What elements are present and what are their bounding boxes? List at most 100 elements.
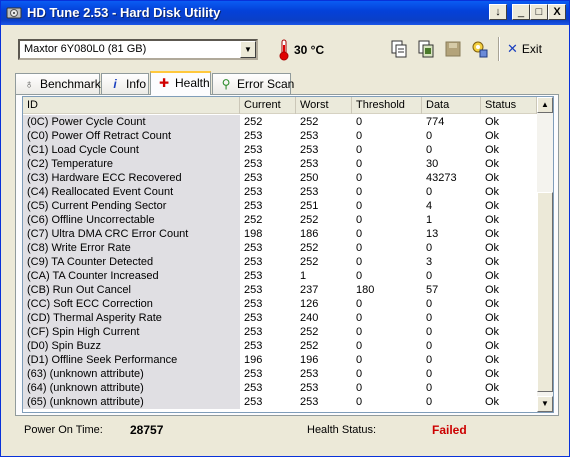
title-bar[interactable]: HD Tune 2.53 - Hard Disk Utility ↓ _ □ X — [1, 1, 569, 25]
tab-error-scan-label: Error Scan — [237, 77, 295, 91]
column-header-id[interactable]: ID — [23, 97, 240, 114]
cell-worst: 252 — [300, 256, 319, 268]
cell-threshold: 0 — [356, 382, 363, 394]
table-row[interactable]: (C4) Reallocated Event Count 253 253 0 0 Ok — [23, 185, 537, 199]
cell-data: 4 — [426, 200, 433, 212]
cell-status: Ok — [485, 368, 500, 380]
info-icon: i — [113, 77, 117, 91]
table-row[interactable]: (CF) Spin High Current 253 252 0 0 Ok — [23, 325, 537, 339]
cell-data: 0 — [426, 270, 433, 282]
tab-health[interactable]: ✚ Health — [150, 71, 211, 95]
cell-current: 253 — [244, 312, 263, 324]
health-icon: ✚ — [158, 76, 170, 90]
close-button[interactable]: X — [548, 4, 566, 20]
error-scan-icon: ⚲ — [221, 77, 231, 91]
cell-current: 253 — [244, 270, 263, 282]
exit-button[interactable]: ✕ Exit — [507, 41, 542, 57]
column-header-data[interactable]: Data — [422, 97, 481, 114]
smart-table[interactable]: ID Current Worst Threshold Data Status (… — [22, 96, 554, 413]
table-row[interactable]: (63) (unknown attribute) 253 253 0 0 Ok — [23, 367, 537, 381]
cell-id: (C9) TA Counter Detected — [23, 255, 240, 269]
table-row[interactable]: (CD) Thermal Asperity Rate 253 240 0 0 Ok — [23, 311, 537, 325]
column-header-worst[interactable]: Worst — [296, 97, 352, 114]
cell-status: Ok — [485, 144, 500, 156]
cell-id: (D0) Spin Buzz — [23, 339, 240, 353]
cell-status: Ok — [485, 340, 500, 352]
cell-worst: 253 — [300, 368, 319, 380]
copy-text-icon[interactable] — [388, 38, 410, 60]
cell-status: Ok — [485, 172, 500, 184]
cell-status: Ok — [485, 158, 500, 170]
column-header-status[interactable]: Status — [481, 97, 537, 114]
table-row[interactable]: (C8) Write Error Rate 253 252 0 0 Ok — [23, 241, 537, 255]
cell-id: (64) (unknown attribute) — [23, 381, 240, 395]
cell-status: Ok — [485, 186, 500, 198]
cell-status: Ok — [485, 130, 500, 142]
cell-data: 13 — [426, 228, 439, 240]
cell-data: 0 — [426, 144, 433, 156]
cell-data: 0 — [426, 298, 433, 310]
table-row[interactable]: (C2) Temperature 253 253 0 30 Ok — [23, 157, 537, 171]
cell-status: Ok — [485, 214, 500, 226]
save-icon[interactable] — [442, 38, 464, 60]
table-row[interactable]: (CC) Soft ECC Correction 253 126 0 0 Ok — [23, 297, 537, 311]
cell-worst: 253 — [300, 186, 319, 198]
table-row[interactable]: (C1) Load Cycle Count 253 253 0 0 Ok — [23, 143, 537, 157]
cell-id: (CD) Thermal Asperity Rate — [23, 311, 240, 325]
cell-current: 253 — [244, 340, 263, 352]
options-icon[interactable] — [469, 38, 491, 60]
table-row[interactable]: (CA) TA Counter Increased 253 1 0 0 Ok — [23, 269, 537, 283]
cell-threshold: 0 — [356, 396, 363, 408]
table-row[interactable]: (C3) Hardware ECC Recovered 253 250 0 43273 O… — [23, 171, 537, 185]
cell-worst: 253 — [300, 144, 319, 156]
table-row[interactable]: (C6) Offline Uncorrectable 252 252 0 1 Ok — [23, 213, 537, 227]
help-button[interactable]: ↓ — [489, 4, 507, 20]
tab-benchmark[interactable]: ♁ Benchmark — [15, 73, 101, 94]
table-row[interactable]: (65) (unknown attribute) 253 253 0 0 Ok — [23, 395, 537, 409]
cell-status: Ok — [485, 242, 500, 254]
table-row[interactable]: (0C) Power Cycle Count 252 252 0 774 Ok — [23, 115, 537, 129]
cell-status: Ok — [485, 298, 500, 310]
cell-worst: 252 — [300, 116, 319, 128]
vertical-scrollbar[interactable]: ▲ ▼ — [537, 97, 553, 412]
power-on-time-label: Power On Time: — [24, 424, 103, 436]
table-row[interactable]: (C9) TA Counter Detected 253 252 0 3 Ok — [23, 255, 537, 269]
column-header-current[interactable]: Current — [240, 97, 296, 114]
scroll-down-button[interactable]: ▼ — [537, 396, 553, 412]
minimize-button[interactable]: _ — [512, 4, 530, 20]
scroll-up-button[interactable]: ▲ — [537, 97, 553, 113]
table-row[interactable]: (C7) Ultra DMA CRC Error Count 198 186 0 13 O… — [23, 227, 537, 241]
cell-id: (CF) Spin High Current — [23, 325, 240, 339]
cell-threshold: 0 — [356, 270, 363, 282]
chevron-down-icon[interactable]: ▼ — [240, 41, 256, 58]
tab-info[interactable]: i Info — [101, 73, 149, 94]
cell-current: 253 — [244, 298, 263, 310]
cell-status: Ok — [485, 256, 500, 268]
table-row[interactable]: (C5) Current Pending Sector 253 251 0 4 Ok — [23, 199, 537, 213]
column-header-threshold[interactable]: Threshold — [352, 97, 422, 114]
cell-threshold: 0 — [356, 354, 363, 366]
tab-error-scan[interactable]: ⚲ Error Scan — [212, 73, 295, 94]
cell-data: 57 — [426, 284, 439, 296]
health-panel: ID Current Worst Threshold Data Status (… — [15, 94, 559, 416]
table-row[interactable]: (64) (unknown attribute) 253 253 0 0 Ok — [23, 381, 537, 395]
cell-status: Ok — [485, 354, 500, 366]
table-row[interactable]: (D0) Spin Buzz 253 252 0 0 Ok — [23, 339, 537, 353]
maximize-button[interactable]: □ — [530, 4, 548, 20]
table-row[interactable]: (CB) Run Out Cancel 253 237 180 57 Ok — [23, 283, 537, 297]
cell-current: 253 — [244, 186, 263, 198]
scroll-thumb[interactable] — [537, 192, 553, 392]
table-row[interactable]: (D1) Offline Seek Performance 196 196 0 0 Ok — [23, 353, 537, 367]
table-row[interactable]: (C0) Power Off Retract Count 253 253 0 0 Ok — [23, 129, 537, 143]
cell-current: 253 — [244, 144, 263, 156]
copy-screenshot-icon[interactable] — [415, 38, 437, 60]
drive-select[interactable]: Maxtor 6Y080L0 (81 GB) ▼ — [18, 39, 258, 60]
cell-id: (C6) Offline Uncorrectable — [23, 213, 240, 227]
cell-status: Ok — [485, 228, 500, 240]
health-status-value: Failed — [432, 423, 467, 437]
cell-data: 3 — [426, 256, 433, 268]
hd-tune-app-icon — [6, 7, 22, 19]
cell-worst: 1 — [300, 270, 307, 282]
cell-worst: 252 — [300, 326, 319, 338]
tab-health-label: Health — [175, 76, 210, 90]
